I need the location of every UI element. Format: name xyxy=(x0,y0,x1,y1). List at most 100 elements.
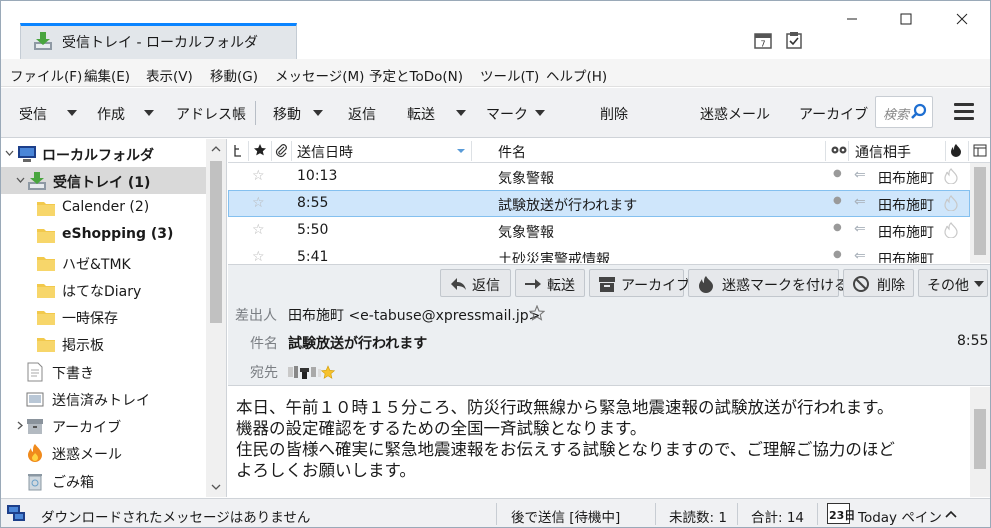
chevron-right-icon[interactable] xyxy=(16,421,25,430)
column-date[interactable]: 送信日時 xyxy=(297,142,353,162)
add-contact-star-icon[interactable] xyxy=(529,305,545,321)
calendar-icon[interactable]: 7 xyxy=(754,31,772,49)
get-messages-dropdown[interactable] xyxy=(63,102,81,124)
scroll-down-icon[interactable] xyxy=(211,483,221,491)
forward-button[interactable]: 転送 xyxy=(407,104,435,124)
maximize-button[interactable] xyxy=(883,9,929,33)
read-dot-icon[interactable]: ● xyxy=(833,168,842,179)
menu-go[interactable]: 移動(G) xyxy=(210,65,258,85)
read-dot-icon[interactable]: ● xyxy=(833,249,842,260)
menu-message[interactable]: メッセージ(M) xyxy=(275,65,364,85)
star-icon[interactable]: ☆ xyxy=(252,222,265,238)
offline-status-icon[interactable] xyxy=(6,504,26,522)
move-button[interactable]: 移動 xyxy=(273,104,301,124)
folder-pane-scrollbar[interactable] xyxy=(206,139,226,497)
header-forward-button[interactable]: 転送 xyxy=(515,269,585,297)
archive-icon xyxy=(599,277,615,292)
column-subject[interactable]: 件名 xyxy=(498,142,526,162)
junk-button[interactable]: 迷惑メール xyxy=(700,104,770,124)
mark-dropdown[interactable] xyxy=(531,102,549,124)
tab-inbox[interactable]: 受信トレイ - ローカルフォルダ xyxy=(20,23,297,59)
calendar-day-icon[interactable]: 23日 xyxy=(827,503,855,524)
header-junk-button[interactable]: 迷惑マークを付ける xyxy=(688,269,848,297)
junk-status-icon[interactable] xyxy=(944,222,958,238)
address-book-button[interactable]: アドレス帳 xyxy=(176,104,246,124)
archive-button[interactable]: アーカイブ xyxy=(799,104,868,124)
message-row[interactable]: ☆ 5:50 気象警報 ● ⇐ 田布施町 xyxy=(228,217,970,244)
title-bar: 受信トレイ - ローカルフォルダ 7 xyxy=(1,1,990,59)
star-icon[interactable]: ☆ xyxy=(252,195,265,211)
read-status-column-icon[interactable] xyxy=(831,145,847,155)
column-picker-icon[interactable] xyxy=(973,144,987,158)
folder-pane: ローカルフォルダ 受信トレイ (1) Calender (2) eShoppin… xyxy=(1,139,227,497)
chevron-down-icon[interactable] xyxy=(5,149,14,158)
message-row[interactable]: ☆ 10:13 気象警報 ● ⇐ 田布施町 xyxy=(228,163,970,190)
scrollbar-thumb[interactable] xyxy=(974,409,986,469)
search-icon[interactable] xyxy=(910,103,928,121)
message-row-selected[interactable]: ☆ 8:55 試験放送が行われます ● ⇐ 田布施町 xyxy=(228,190,970,217)
menu-file[interactable]: ファイル(F) xyxy=(10,65,82,85)
junk-status-column-icon[interactable] xyxy=(950,143,962,158)
scrollbar-thumb[interactable] xyxy=(974,167,986,255)
scroll-up-icon[interactable] xyxy=(211,145,221,153)
get-messages-button[interactable]: 受信 xyxy=(19,104,47,124)
recipient-redacted[interactable] xyxy=(288,364,336,380)
drafts-icon xyxy=(27,362,43,382)
star-icon[interactable]: ☆ xyxy=(252,168,265,184)
folder-calender[interactable]: Calender (2) xyxy=(1,194,206,221)
folder-bulletin-board[interactable]: 掲示板 xyxy=(1,330,206,357)
thread-pane-scrollbar[interactable] xyxy=(970,163,990,263)
reply-button[interactable]: 返信 xyxy=(348,104,376,124)
folder-sent[interactable]: 送信済みトレイ xyxy=(1,385,206,412)
folder-hatena-diary[interactable]: はてなDiary xyxy=(1,276,206,303)
star-icon[interactable]: ☆ xyxy=(252,249,265,263)
folder-eshopping[interactable]: eShopping (3) xyxy=(1,221,206,248)
header-archive-button[interactable]: アーカイブ xyxy=(589,269,690,297)
menu-tools[interactable]: ツール(T) xyxy=(480,65,539,85)
menu-events-tasks[interactable]: 予定とToDo(N) xyxy=(369,65,463,85)
write-button[interactable]: 作成 xyxy=(97,104,125,124)
forward-dropdown[interactable] xyxy=(452,102,470,124)
sort-descending-icon[interactable] xyxy=(456,148,466,154)
chevron-up-icon[interactable] xyxy=(945,510,957,518)
folder-temporary[interactable]: 一時保存 xyxy=(1,303,206,330)
mark-button[interactable]: マーク xyxy=(486,104,528,124)
folder-junk[interactable]: 迷惑メール xyxy=(1,439,206,466)
computer-icon xyxy=(18,146,36,162)
move-dropdown[interactable] xyxy=(309,102,327,124)
folder-haze-tmk[interactable]: ハゼ&TMK xyxy=(1,249,206,276)
thread-column-icon[interactable] xyxy=(233,144,243,158)
from-value[interactable]: 田布施町 <e-tabuse@xpressmail.jp> xyxy=(288,305,540,325)
close-button[interactable] xyxy=(939,9,985,33)
folder-local-folders[interactable]: ローカルフォルダ xyxy=(1,140,206,167)
tasks-icon[interactable] xyxy=(785,31,803,49)
message-row[interactable]: ☆ 5:41 土砂災害警戒情報 ● ⇐ 田布施町 xyxy=(228,244,970,263)
app-menu-button[interactable] xyxy=(954,103,974,121)
search-input[interactable]: 検索 xyxy=(875,96,933,128)
minimize-button[interactable] xyxy=(829,9,875,33)
header-other-button[interactable]: その他 xyxy=(918,269,988,297)
read-dot-icon[interactable]: ● xyxy=(833,195,842,206)
folder-archive[interactable]: アーカイブ xyxy=(1,412,206,439)
read-dot-icon[interactable]: ● xyxy=(833,222,842,233)
scrollbar-thumb[interactable] xyxy=(210,161,222,323)
menu-view[interactable]: 表示(V) xyxy=(146,65,193,85)
star-column-icon[interactable] xyxy=(253,143,267,157)
header-delete-button[interactable]: 削除 xyxy=(843,269,914,297)
message-body-scrollbar[interactable] xyxy=(970,387,990,497)
write-dropdown[interactable] xyxy=(140,102,158,124)
today-pane-toggle[interactable]: Today ペイン xyxy=(858,506,942,526)
menu-edit[interactable]: 編集(E) xyxy=(84,65,130,85)
folder-trash[interactable]: ごみ箱 xyxy=(1,467,206,494)
trash-icon xyxy=(28,474,42,491)
menu-help[interactable]: ヘルプ(H) xyxy=(546,65,607,85)
attachment-column-icon[interactable] xyxy=(275,143,287,158)
junk-status-icon[interactable] xyxy=(944,168,958,184)
junk-status-icon[interactable] xyxy=(944,195,958,211)
chevron-down-icon[interactable] xyxy=(16,176,25,185)
delete-button[interactable]: 削除 xyxy=(600,104,628,124)
folder-inbox[interactable]: 受信トレイ (1) xyxy=(1,167,206,194)
folder-drafts[interactable]: 下書き xyxy=(1,358,206,385)
column-correspondent[interactable]: 通信相手 xyxy=(855,142,911,162)
header-reply-button[interactable]: 返信 xyxy=(440,269,511,297)
